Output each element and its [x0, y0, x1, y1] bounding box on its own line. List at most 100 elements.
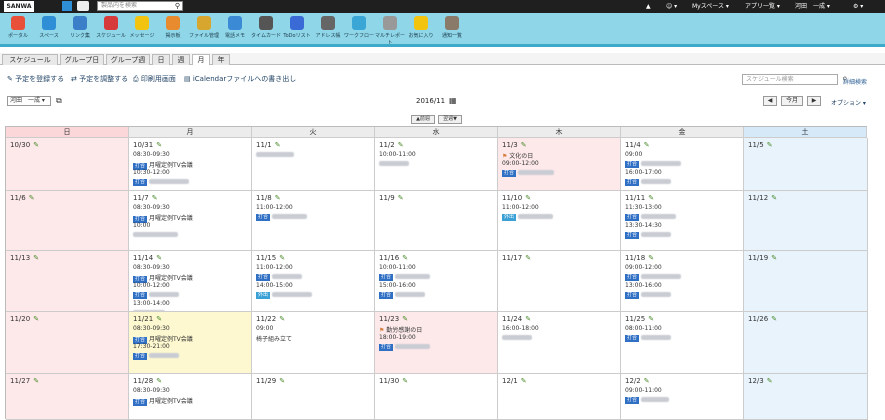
tab-1[interactable]: グループ日 — [60, 54, 104, 65]
detail-search-link[interactable]: 詳細検索 — [843, 77, 867, 86]
event-line[interactable]: 10:30-12:00 — [133, 169, 170, 176]
event-line[interactable]: 椅子組み立て — [256, 334, 292, 343]
event-line[interactable]: 11:00-12:00 — [256, 204, 293, 211]
edit-icon[interactable]: ✎ — [29, 194, 35, 202]
day-cell[interactable]: 10/31 ✎ 08:30-09:30 打合 月曜定例TV会議 10:30-12:00 打合 — [129, 138, 252, 191]
event-line[interactable]: ⚑ 文化の日 — [502, 151, 533, 160]
app-4[interactable]: メッセージ — [126, 16, 158, 39]
tab-3[interactable]: 日 — [152, 54, 170, 65]
tab-5[interactable]: 月 — [192, 54, 210, 65]
app-9[interactable]: ToDoリスト — [281, 16, 313, 39]
edit-icon[interactable]: ✎ — [521, 141, 527, 149]
event-line[interactable] — [502, 334, 532, 341]
day-cell[interactable]: 11/15 ✎ 11:00-12:00 打合 14:00-15:00 外出 — [252, 251, 375, 312]
search-icon[interactable]: ⚲ — [175, 2, 180, 10]
event-line[interactable]: 10:00-11:00 — [379, 264, 416, 271]
app-5[interactable]: 掲示板 — [157, 16, 189, 39]
event-line[interactable]: 打合 — [625, 178, 672, 186]
event-line[interactable]: 16:00-17:00 — [625, 169, 662, 176]
prev-month-button[interactable]: ◀ — [763, 96, 777, 106]
prev-week-button[interactable]: ▲前週 — [411, 115, 435, 124]
day-cell[interactable]: 11/5 ✎ — [744, 138, 868, 191]
app-11[interactable]: ワークフロー — [343, 16, 375, 39]
day-cell[interactable]: 11/18 ✎ 09:00-12:00 打合 13:00-16:00 打合 — [621, 251, 744, 312]
edit-icon[interactable]: ✎ — [402, 254, 408, 262]
day-cell[interactable]: 11/11 ✎ 11:30-13:00 打合 13:30-14:30 打合 — [621, 191, 744, 251]
event-line[interactable]: 17:30-21:00 — [133, 343, 170, 350]
app-2[interactable]: リンク集 — [64, 16, 96, 39]
edit-icon[interactable]: ✎ — [279, 377, 285, 385]
app-1[interactable]: スペース — [33, 16, 65, 39]
day-cell[interactable]: 12/1 ✎ — [498, 374, 621, 420]
edit-icon[interactable]: ✎ — [402, 377, 408, 385]
ical-link[interactable]: ▤ iCalendarファイルへの書き出し — [184, 74, 296, 84]
app-13[interactable]: お気に入り — [405, 16, 437, 39]
day-cell[interactable]: 11/17 ✎ — [498, 251, 621, 312]
event-line[interactable]: 18:00-19:00 — [379, 334, 416, 341]
day-cell[interactable]: 11/2 ✎ 10:00-11:00 — [375, 138, 498, 191]
edit-icon[interactable]: ✎ — [156, 254, 162, 262]
event-line[interactable]: 09:00-11:00 — [625, 387, 662, 394]
event-line[interactable]: 打合 — [379, 273, 431, 281]
day-cell[interactable]: 11/27 ✎ — [6, 374, 129, 420]
event-line[interactable]: 打合 — [133, 291, 180, 299]
shop-icon[interactable] — [77, 1, 89, 11]
event-line[interactable]: 外出 — [502, 213, 554, 221]
event-line[interactable]: 08:30-09:30 — [133, 204, 170, 211]
event-line[interactable]: 08:30-09:30 — [133, 151, 170, 158]
edit-icon[interactable]: ✎ — [525, 194, 531, 202]
day-cell[interactable]: 11/20 ✎ — [6, 312, 129, 374]
event-line[interactable]: 打合 — [502, 169, 555, 177]
day-cell[interactable]: 11/10 ✎ 11:00-12:00 外出 — [498, 191, 621, 251]
event-line[interactable]: 打合 — [625, 160, 682, 168]
event-line[interactable]: 08:30-09:30 — [133, 387, 170, 394]
edit-icon[interactable]: ✎ — [767, 377, 773, 385]
edit-icon[interactable]: ✎ — [402, 315, 408, 323]
event-line[interactable]: 11:00-12:00 — [502, 204, 539, 211]
event-line[interactable]: 08:30-09:30 — [133, 325, 170, 332]
event-line[interactable] — [133, 231, 178, 238]
day-cell[interactable]: 11/9 ✎ — [375, 191, 498, 251]
event-line[interactable]: 11:30-13:00 — [625, 204, 662, 211]
event-line[interactable]: 打合 — [625, 396, 670, 404]
event-line[interactable]: 08:00-11:00 — [625, 325, 662, 332]
day-cell[interactable]: 11/1 ✎ — [252, 138, 375, 191]
edit-icon[interactable]: ✎ — [648, 254, 654, 262]
day-cell[interactable]: 10/30 ✎ — [6, 138, 129, 191]
day-cell[interactable]: 11/29 ✎ — [252, 374, 375, 420]
app-0[interactable]: ポータル — [2, 16, 34, 39]
event-line[interactable]: 10:00-11:00 — [379, 151, 416, 158]
register-link[interactable]: ✎ 予定を登録する — [7, 74, 64, 84]
product-search-input[interactable]: 製品内を検索 ⚲ — [97, 1, 183, 11]
event-line[interactable]: 打合 — [625, 334, 672, 342]
day-cell[interactable]: 11/7 ✎ 08:30-09:30 打合 月曜定例TV会議 10:00 — [129, 191, 252, 251]
tab-6[interactable]: 年 — [212, 54, 230, 65]
options-menu[interactable]: オプション ▾ — [831, 98, 866, 107]
calendar-icon[interactable]: ▦ — [449, 96, 457, 105]
event-line[interactable]: 14:00-15:00 — [256, 282, 293, 289]
day-cell[interactable]: 11/23 ✎ ⚑ 勤労感謝の日 18:00-19:00 打合 — [375, 312, 498, 374]
tab-0[interactable]: スケジュール — [2, 54, 58, 65]
day-cell[interactable]: 11/4 ✎ 09:00 打合 16:00-17:00 打合 — [621, 138, 744, 191]
day-cell[interactable]: 11/26 ✎ — [744, 312, 868, 374]
print-link[interactable]: ⎙ 印刷用画面 — [133, 74, 176, 84]
event-line[interactable]: 09:00 — [625, 151, 642, 158]
event-line[interactable]: ⚑ 勤労感謝の日 — [379, 325, 422, 334]
day-cell[interactable]: 12/2 ✎ 09:00-11:00 打合 — [621, 374, 744, 420]
day-cell[interactable]: 11/25 ✎ 08:00-11:00 打合 — [621, 312, 744, 374]
event-line[interactable]: 13:00-16:00 — [625, 282, 662, 289]
day-cell[interactable]: 11/19 ✎ — [744, 251, 868, 312]
event-line[interactable]: 11:00-12:00 — [256, 264, 293, 271]
event-line[interactable]: 09:00 — [256, 325, 273, 332]
app-10[interactable]: アドレス帳 — [312, 16, 344, 39]
event-line[interactable]: 打合 — [625, 213, 677, 221]
event-line[interactable]: 09:00-12:00 — [625, 264, 662, 271]
apps-menu[interactable]: アプリ一覧 ▾ — [745, 1, 780, 12]
day-cell[interactable]: 11/21 ✎ 08:30-09:30 打合 月曜定例TV会議 17:30-21:00 打合 — [129, 312, 252, 374]
edit-icon[interactable]: ✎ — [767, 141, 773, 149]
app-3[interactable]: スケジュール — [95, 16, 127, 39]
user-select[interactable]: 河田 一成 ▾ — [7, 96, 51, 106]
edit-icon[interactable]: ✎ — [156, 141, 162, 149]
event-line[interactable]: 打合 — [256, 273, 303, 281]
edit-icon[interactable]: ✎ — [771, 315, 777, 323]
